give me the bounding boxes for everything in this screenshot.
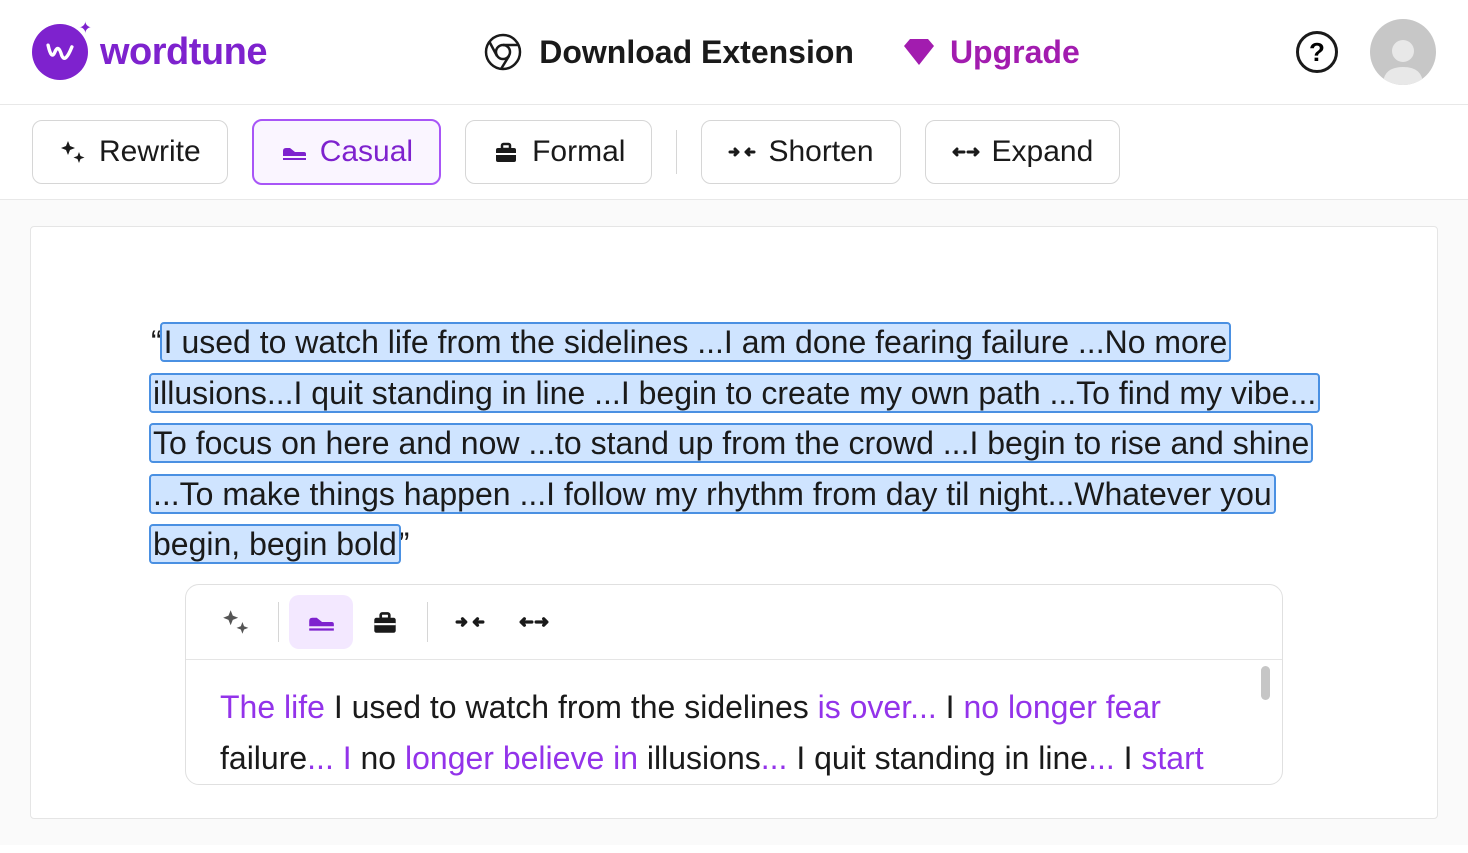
inline-expand-button[interactable] <box>502 595 566 649</box>
quote-close: ” <box>399 526 410 562</box>
wordtune-logo-icon <box>43 35 77 69</box>
logo-badge: ✦ <box>32 24 88 80</box>
casual-button[interactable]: Casual <box>252 119 441 185</box>
logo[interactable]: ✦ wordtune <box>32 24 267 80</box>
expand-label: Expand <box>992 135 1094 169</box>
inline-formal-button[interactable] <box>353 595 417 649</box>
avatar[interactable] <box>1370 19 1436 85</box>
sparkles-icon <box>221 607 251 637</box>
sneaker-icon <box>306 607 336 637</box>
shorten-icon <box>455 607 485 637</box>
upgrade-label: Upgrade <box>950 34 1080 71</box>
formal-label: Formal <box>532 135 625 169</box>
inline-divider <box>427 602 428 642</box>
formal-button[interactable]: Formal <box>465 120 652 184</box>
casual-label: Casual <box>320 135 413 169</box>
suggestion-row[interactable]: The life I used to watch from the sideli… <box>186 660 1282 784</box>
shorten-icon <box>728 138 756 166</box>
avatar-icon <box>1377 33 1429 85</box>
shorten-label: Shorten <box>768 135 873 169</box>
mode-toolbar-inner: Rewrite Casual Formal Shorten Expand <box>32 119 1436 185</box>
rewrite-button[interactable]: Rewrite <box>32 120 228 184</box>
rewrite-label: Rewrite <box>99 135 201 169</box>
inline-shorten-button[interactable] <box>438 595 502 649</box>
editor-area: “I used to watch life from the sidelines… <box>0 200 1468 845</box>
logo-text: wordtune <box>100 31 267 74</box>
expand-button[interactable]: Expand <box>925 120 1121 184</box>
sparkles-icon <box>59 138 87 166</box>
diamond-icon <box>902 35 936 69</box>
briefcase-icon <box>492 138 520 166</box>
sparkle-icon: ✦ <box>79 18 92 38</box>
selected-text-content: I used to watch life from the sidelines … <box>151 324 1318 562</box>
scrollbar-thumb[interactable] <box>1261 666 1270 700</box>
sneaker-icon <box>280 138 308 166</box>
suggestion-text: The life I used to watch from the sideli… <box>220 682 1248 784</box>
expand-icon <box>519 607 549 637</box>
header-center: Download Extension Upgrade <box>483 32 1079 72</box>
shorten-button[interactable]: Shorten <box>701 120 900 184</box>
toolbar-divider <box>676 130 677 174</box>
download-extension-link[interactable]: Download Extension <box>483 32 854 72</box>
help-icon: ? <box>1309 37 1325 68</box>
inline-divider <box>278 602 279 642</box>
app-header: ✦ wordtune Download Extension Upgrade ? <box>0 0 1468 105</box>
inline-casual-button[interactable] <box>289 595 353 649</box>
download-extension-label: Download Extension <box>539 34 854 71</box>
help-button[interactable]: ? <box>1296 31 1338 73</box>
editor-text[interactable]: “I used to watch life from the sidelines… <box>151 317 1317 570</box>
quote-open: “ <box>151 324 162 360</box>
mode-toolbar: Rewrite Casual Formal Shorten Expand <box>0 105 1468 200</box>
header-right: ? <box>1296 19 1436 85</box>
inline-suggestion-panel: The life I used to watch from the sideli… <box>185 584 1283 785</box>
chrome-icon <box>483 32 523 72</box>
expand-icon <box>952 138 980 166</box>
briefcase-icon <box>370 607 400 637</box>
upgrade-link[interactable]: Upgrade <box>902 34 1080 71</box>
inline-rewrite-button[interactable] <box>204 595 268 649</box>
editor-card: “I used to watch life from the sidelines… <box>30 226 1438 819</box>
inline-toolbar <box>186 585 1282 660</box>
